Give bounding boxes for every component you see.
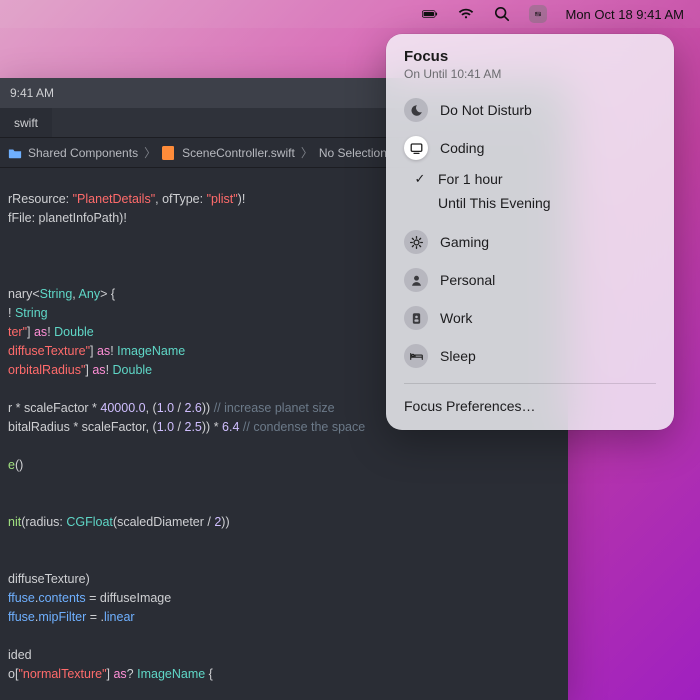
badge-icon [404, 306, 428, 330]
chevron-right-icon: 〉 [301, 144, 313, 161]
code-line [8, 627, 560, 646]
focus-mode-personal[interactable]: Personal [386, 261, 674, 299]
focus-mode-dnd[interactable]: Do Not Disturb [386, 91, 674, 129]
focus-duration-label: Until This Evening [438, 195, 551, 211]
swift-file-icon [162, 146, 176, 160]
checkmark-icon: ✓ [412, 171, 428, 187]
focus-mode-label: Personal [440, 272, 495, 288]
focus-duration-option[interactable]: ✓ For 1 hour [386, 167, 674, 191]
jump-segment[interactable]: Shared Components [28, 146, 138, 160]
gear-icon [404, 230, 428, 254]
toolbar-time: 9:41 AM [10, 86, 54, 100]
code-line [8, 437, 560, 456]
spotlight-icon[interactable] [493, 5, 511, 23]
focus-duration-option[interactable]: Until This Evening [386, 191, 674, 215]
xcode-tab-label: swift [14, 116, 38, 130]
code-line: ided [8, 646, 560, 665]
focus-mode-label: Coding [440, 140, 484, 156]
focus-panel-header: Focus On Until 10:41 AM [386, 48, 674, 91]
menu-bar: Mon Oct 18 9:41 AM [0, 0, 700, 28]
code-line: ffuse.contents = diffuseImage [8, 589, 560, 608]
code-line: ffuse.mipFilter = .linear [8, 608, 560, 627]
jump-segment[interactable]: SceneController.swift [182, 146, 295, 160]
code-line: diffuseTexture) [8, 570, 560, 589]
focus-mode-list: Do Not Disturb Coding ✓ For 1 hour Until Thi… [386, 91, 674, 375]
focus-mode-label: Work [440, 310, 472, 326]
moon-icon [404, 98, 428, 122]
code-line: o["normalTexture"] as? ImageName { [8, 665, 560, 684]
code-line [8, 551, 560, 570]
chevron-right-icon: 〉 [144, 144, 156, 161]
code-line [8, 475, 560, 494]
divider [404, 383, 656, 384]
wifi-icon[interactable] [457, 5, 475, 23]
focus-duration-label: For 1 hour [438, 171, 503, 187]
control-center-icon[interactable] [529, 5, 547, 23]
focus-preferences-link[interactable]: Focus Preferences… [386, 392, 674, 420]
focus-mode-gaming[interactable]: Gaming [386, 223, 674, 261]
xcode-tab[interactable]: swift [0, 108, 52, 137]
menu-datetime[interactable]: Mon Oct 18 9:41 AM [565, 7, 684, 22]
battery-icon[interactable] [421, 5, 439, 23]
code-line [8, 532, 560, 551]
bed-icon [404, 344, 428, 368]
folder-icon [8, 146, 22, 160]
focus-mode-label: Gaming [440, 234, 489, 250]
code-line: nit(radius: CGFloat(scaledDiameter / 2)) [8, 513, 560, 532]
focus-mode-label: Do Not Disturb [440, 102, 532, 118]
focus-mode-label: Sleep [440, 348, 476, 364]
focus-mode-coding[interactable]: Coding [386, 129, 674, 167]
person-icon [404, 268, 428, 292]
focus-mode-work[interactable]: Work [386, 299, 674, 337]
focus-panel-title: Focus [404, 48, 656, 65]
focus-panel-subtitle: On Until 10:41 AM [404, 67, 656, 81]
focus-mode-sleep[interactable]: Sleep [386, 337, 674, 375]
code-line [8, 494, 560, 513]
jump-segment[interactable]: No Selection [319, 146, 387, 160]
focus-panel: Focus On Until 10:41 AM Do Not Disturb Co… [386, 34, 674, 430]
display-icon [404, 136, 428, 160]
code-line: e() [8, 456, 560, 475]
